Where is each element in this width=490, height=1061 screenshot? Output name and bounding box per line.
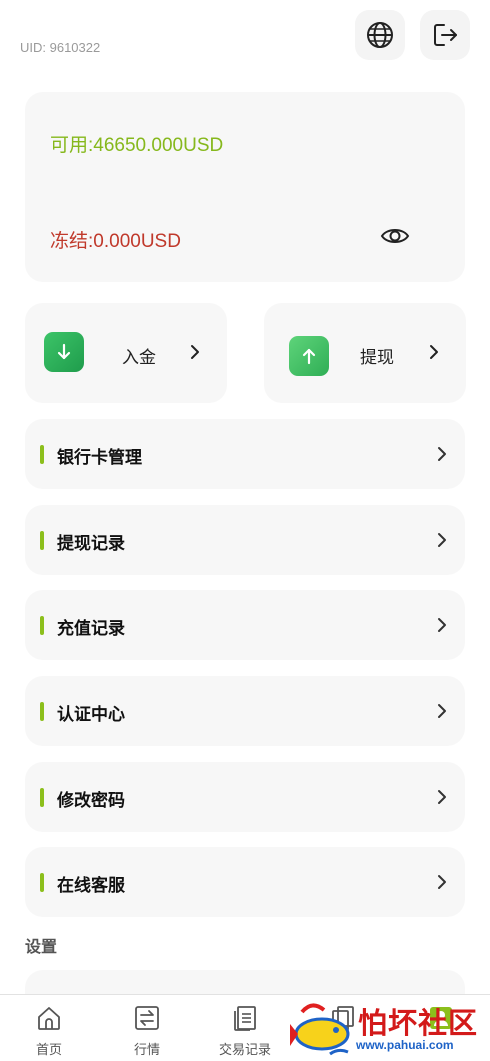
menu-item-label: 提现记录: [57, 534, 125, 554]
accent-bar: [40, 873, 44, 892]
globe-icon: [367, 22, 393, 48]
tab-market[interactable]: 行情: [98, 995, 196, 1061]
chevron-right-icon: [438, 618, 446, 632]
eye-icon[interactable]: [380, 224, 410, 248]
menu-item-label: 银行卡管理: [57, 448, 142, 468]
withdraw-button[interactable]: 提现: [264, 303, 466, 403]
chevron-right-icon: [438, 533, 446, 547]
tab-label: 交易记录: [218, 1043, 271, 1058]
available-balance: 可用:46650.000USD: [50, 135, 224, 156]
watermark-text: 怕坏社区: [358, 1006, 479, 1040]
balance-card: 可用:46650.000USD 冻结:0.000USD: [25, 92, 465, 282]
tab-label: 首页: [35, 1043, 62, 1058]
menu-item-label: 修改密码: [57, 791, 125, 811]
uid-label: UID: 9610322: [20, 40, 101, 55]
document-icon: [234, 1006, 256, 1031]
accent-bar: [40, 445, 44, 464]
fish-logo-icon: [290, 1003, 350, 1056]
tab-home[interactable]: 首页: [0, 995, 98, 1061]
accent-bar: [40, 616, 44, 635]
menu-item-recharge-records[interactable]: 充值记录: [25, 590, 465, 660]
menu-item-change-password[interactable]: 修改密码: [25, 762, 465, 832]
tab-label: 行情: [133, 1043, 160, 1058]
arrow-up-icon: [289, 336, 329, 376]
menu-item-label: 充值记录: [57, 619, 125, 639]
arrow-down-icon: [44, 332, 84, 372]
deposit-label: 入金: [122, 348, 156, 368]
home-icon: [38, 1007, 60, 1030]
settings-section-title: 设置: [25, 937, 58, 956]
accent-bar: [40, 531, 44, 550]
logout-icon: [434, 24, 457, 46]
tab-trade-records[interactable]: 交易记录: [196, 995, 294, 1061]
chevron-right-icon: [438, 790, 446, 804]
chevron-right-icon: [438, 447, 446, 461]
accent-bar: [40, 702, 44, 721]
exchange-icon: [135, 1006, 159, 1030]
watermark: 怕坏社区 www.pahuai.com: [290, 994, 490, 1061]
chevron-right-icon: [438, 704, 446, 718]
watermark-url: www.pahuai.com: [356, 1038, 454, 1052]
menu-item-online-support[interactable]: 在线客服: [25, 847, 465, 917]
language-button[interactable]: [355, 10, 405, 60]
logout-button[interactable]: [420, 10, 470, 60]
frozen-balance: 冻结:0.000USD: [50, 231, 181, 252]
menu-item-verification-center[interactable]: 认证中心: [25, 676, 465, 746]
menu-item-label: 认证中心: [57, 705, 125, 725]
chevron-right-icon: [430, 345, 438, 359]
withdraw-label: 提现: [360, 348, 394, 368]
menu-item-label: 在线客服: [57, 876, 125, 896]
chevron-right-icon: [191, 345, 199, 359]
menu-item-withdraw-records[interactable]: 提现记录: [25, 505, 465, 575]
menu-item-bank-card[interactable]: 银行卡管理: [25, 419, 465, 489]
chevron-right-icon: [438, 875, 446, 889]
accent-bar: [40, 788, 44, 807]
deposit-button[interactable]: 入金: [25, 303, 227, 403]
